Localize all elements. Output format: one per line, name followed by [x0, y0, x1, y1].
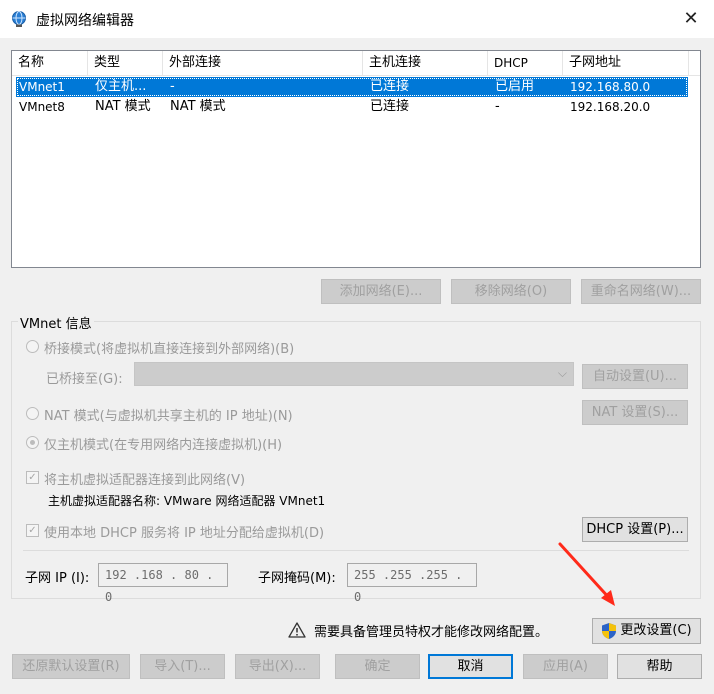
row-name: VMnet8: [19, 100, 65, 114]
dhcp-settings-button[interactable]: DHCP 设置(P)...: [582, 517, 688, 542]
uac-shield-icon: [602, 622, 617, 639]
col-type-header[interactable]: 类型: [88, 51, 163, 75]
divider: [23, 550, 689, 551]
table-row[interactable]: VMnet1 仅主机... - 已连接 已启用 192.168.80.0: [16, 77, 688, 97]
network-globe-icon: [12, 11, 26, 27]
adapter-name-label: 主机虚拟适配器名称: VMware 网络适配器 VMnet1: [48, 494, 326, 508]
apply-button[interactable]: 应用(A): [523, 654, 608, 679]
bridged-mode-label: 桥接模式(将虚拟机直接连接到外部网络)(B): [44, 342, 295, 357]
nat-mode-radio[interactable]: [26, 407, 39, 420]
connect-adapter-label: 将主机虚拟适配器连接到此网络(V): [44, 473, 246, 488]
row-type: NAT 模式: [95, 99, 151, 114]
host-only-label: 仅主机模式(在专用网络内连接虚拟机)(H): [44, 438, 283, 453]
row-dhcp: -: [495, 99, 500, 114]
col-host-header[interactable]: 主机连接: [363, 51, 488, 75]
dhcp-service-label: 使用本地 DHCP 服务将 IP 地址分配给虚拟机(D): [44, 526, 325, 541]
row-host: 已连接: [370, 99, 410, 114]
bridged-mode-radio[interactable]: [26, 340, 39, 353]
chevron-down-icon: ⌵: [557, 366, 567, 380]
dhcp-service-checkbox[interactable]: ✓: [26, 524, 39, 537]
admin-warning-text: 需要具备管理员特权才能修改网络配置。: [314, 625, 549, 640]
row-dhcp: 已启用: [495, 79, 535, 94]
auto-settings-button[interactable]: 自动设置(U)...: [582, 364, 688, 389]
subnet-mask-field[interactable]: 255 .255 .255 . 0: [347, 563, 477, 604]
host-only-radio[interactable]: [26, 436, 39, 449]
import-button[interactable]: 导入(T)...: [140, 654, 225, 679]
cancel-button[interactable]: 取消: [428, 654, 513, 679]
col-name-header[interactable]: 名称: [12, 51, 88, 75]
change-settings-label: 更改设置(C): [620, 623, 692, 638]
window-title: 虚拟网络编辑器: [36, 13, 134, 29]
col-subnet-header[interactable]: 子网地址: [563, 51, 689, 75]
close-button[interactable]: ✕: [678, 6, 704, 32]
col-external-header[interactable]: 外部连接: [163, 51, 363, 75]
connect-adapter-checkbox[interactable]: ✓: [26, 471, 39, 484]
bridged-to-select[interactable]: ⌵: [134, 362, 574, 386]
row-name: VMnet1: [19, 80, 65, 94]
bridged-to-label: 已桥接至(G):: [46, 372, 123, 387]
subnet-ip-label: 子网 IP (I):: [25, 571, 90, 586]
change-settings-button[interactable]: 更改设置(C): [592, 618, 701, 644]
subnet-ip-field[interactable]: 192 .168 . 80 . 0: [98, 563, 228, 604]
row-subnet: 192.168.20.0: [570, 100, 651, 114]
rename-network-button[interactable]: 重命名网络(W)...: [581, 279, 701, 304]
nat-settings-button[interactable]: NAT 设置(S)...: [582, 400, 688, 425]
row-external: -: [170, 79, 175, 94]
network-list[interactable]: 名称 类型 外部连接 主机连接 DHCP 子网地址 VMnet1 仅主机... …: [11, 50, 701, 268]
warning-icon: [288, 622, 306, 638]
nat-mode-label: NAT 模式(与虚拟机共享主机的 IP 地址)(N): [44, 409, 293, 424]
remove-network-button[interactable]: 移除网络(O): [451, 279, 571, 304]
vmnet-info-title: VMnet 信息: [18, 313, 94, 332]
row-subnet: 192.168.80.0: [570, 80, 651, 94]
title-bar: 虚拟网络编辑器 ✕: [0, 0, 714, 38]
export-button[interactable]: 导出(X)...: [235, 654, 320, 679]
row-external: NAT 模式: [170, 99, 226, 114]
subnet-mask-label: 子网掩码(M):: [258, 571, 336, 586]
row-host: 已连接: [370, 79, 410, 94]
table-row[interactable]: VMnet8 NAT 模式 NAT 模式 已连接 - 192.168.20.0: [16, 97, 688, 117]
list-header: 名称 类型 外部连接 主机连接 DHCP 子网地址: [12, 51, 700, 76]
restore-defaults-button[interactable]: 还原默认设置(R): [12, 654, 130, 679]
row-type: 仅主机...: [95, 79, 147, 94]
col-dhcp-header[interactable]: DHCP: [488, 51, 563, 75]
add-network-button[interactable]: 添加网络(E)...: [321, 279, 441, 304]
help-button[interactable]: 帮助: [617, 654, 702, 679]
ok-button[interactable]: 确定: [335, 654, 420, 679]
